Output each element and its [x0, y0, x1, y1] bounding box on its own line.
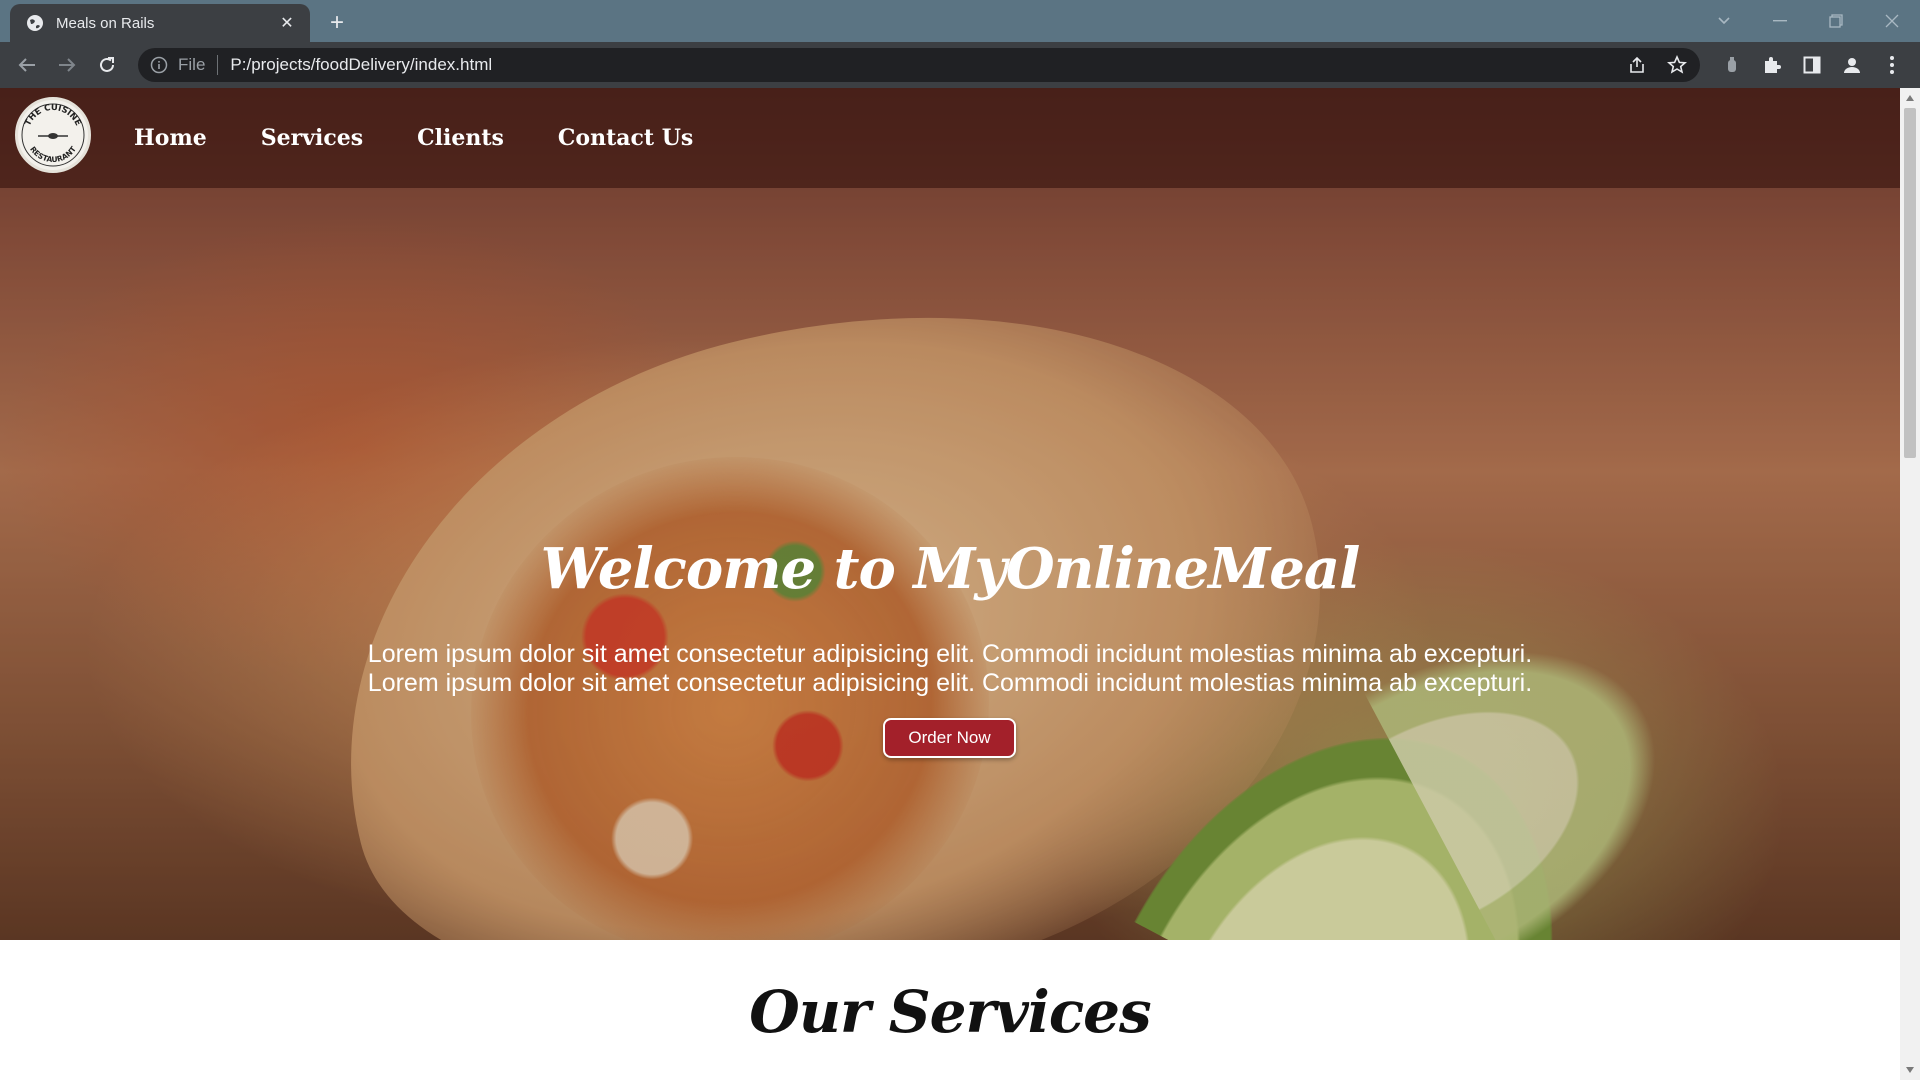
nav-contact-link[interactable]: Contact Us: [558, 125, 693, 151]
hero-text-line: Lorem ipsum dolor sit amet consectetur a…: [367, 640, 1533, 668]
extension-icon[interactable]: [1716, 50, 1748, 80]
globe-icon: [26, 14, 44, 32]
url-scheme-label: File: [178, 55, 206, 74]
menu-kebab-icon[interactable]: [1876, 50, 1908, 80]
svg-text:THE CUISINE: THE CUISINE: [23, 103, 83, 128]
tab-title: Meals on Rails: [56, 14, 155, 32]
scrollbar-thumb[interactable]: [1904, 108, 1916, 458]
browser-tab-strip: Meals on Rails ✕ +: [0, 0, 1920, 42]
forward-arrow-icon[interactable]: [52, 50, 82, 80]
info-icon[interactable]: [150, 56, 168, 74]
main-nav: Home Services Clients Contact Us: [134, 88, 747, 188]
share-icon[interactable]: [1620, 48, 1654, 82]
close-window-icon[interactable]: [1864, 0, 1920, 42]
restaurant-logo[interactable]: THE CUISINE RESTAURANT: [15, 97, 91, 173]
hero-title: Welcome to MyOnlineMeal: [540, 536, 1361, 602]
tab-search-icon[interactable]: [1696, 0, 1752, 42]
scroll-down-arrow-icon[interactable]: [1900, 1062, 1920, 1078]
reload-icon[interactable]: [92, 50, 122, 80]
hero-section: THE CUISINE RESTAURANT Home Services Cli…: [0, 88, 1900, 940]
hero-description: Lorem ipsum dolor sit amet consectetur a…: [250, 640, 1650, 698]
browser-tab[interactable]: Meals on Rails ✕: [10, 4, 310, 42]
hero-text-line: Lorem ipsum dolor sit amet consectetur a…: [367, 669, 1533, 697]
bookmark-star-icon[interactable]: [1660, 48, 1694, 82]
browser-toolbar: File P:/projects/foodDelivery/index.html: [0, 42, 1920, 88]
site-header: THE CUISINE RESTAURANT Home Services Cli…: [0, 88, 1900, 188]
minimize-window-icon[interactable]: [1752, 0, 1808, 42]
page-scrollbar[interactable]: [1900, 88, 1920, 1080]
new-tab-button[interactable]: +: [322, 8, 352, 38]
nav-services-link[interactable]: Services: [261, 125, 363, 151]
puzzle-extensions-icon[interactable]: [1756, 50, 1788, 80]
scroll-up-arrow-icon[interactable]: [1900, 90, 1920, 106]
url-separator: [217, 55, 219, 75]
profile-icon[interactable]: [1836, 50, 1868, 80]
address-bar[interactable]: File P:/projects/foodDelivery/index.html: [138, 48, 1700, 82]
services-heading: Our Services: [749, 978, 1151, 1046]
back-arrow-icon[interactable]: [12, 50, 42, 80]
order-now-button[interactable]: Order Now: [883, 718, 1016, 758]
side-panel-icon[interactable]: [1796, 50, 1828, 80]
restore-window-icon[interactable]: [1808, 0, 1864, 42]
logo-badge-icon: THE CUISINE RESTAURANT: [21, 103, 85, 167]
nav-home-link[interactable]: Home: [134, 125, 207, 151]
url-text[interactable]: P:/projects/foodDelivery/index.html: [230, 55, 492, 75]
page-viewport: THE CUISINE RESTAURANT Home Services Cli…: [0, 88, 1900, 1080]
hero-overlay: [0, 88, 1900, 940]
nav-clients-link[interactable]: Clients: [417, 125, 504, 151]
close-tab-icon[interactable]: ✕: [276, 12, 298, 34]
